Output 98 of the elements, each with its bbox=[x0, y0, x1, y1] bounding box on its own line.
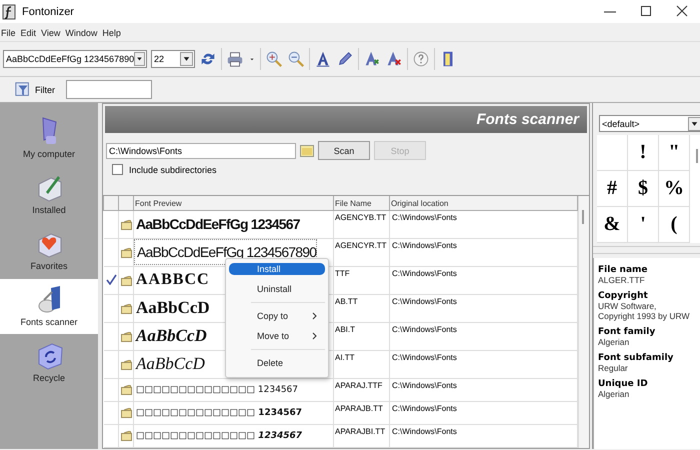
font-file-icon bbox=[121, 332, 132, 342]
file-location: C:\Windows\Fonts bbox=[391, 426, 457, 436]
menu-item[interactable]: Delete bbox=[229, 353, 325, 373]
property-value: URW Software, Copyright 1993 by URW bbox=[598, 301, 690, 321]
charset-dropdown[interactable]: <default> bbox=[599, 115, 700, 132]
menu-item[interactable]: Uninstall bbox=[229, 279, 325, 299]
file-name: ABI.T bbox=[334, 324, 356, 334]
property-name: Unique ID bbox=[598, 379, 649, 389]
font-preview: □□□□□□□□□□□□□□ 1234567 bbox=[135, 384, 298, 397]
file-location: C:\Windows\Fonts bbox=[391, 268, 457, 278]
column-header[interactable]: File Name bbox=[334, 196, 390, 210]
file-location: C:\Windows\Fonts bbox=[391, 380, 457, 390]
letter-a-icon[interactable] bbox=[314, 50, 332, 68]
file-location: C:\Windows\Fonts bbox=[391, 324, 457, 334]
column-header[interactable]: Font Preview bbox=[134, 196, 334, 210]
menu-item[interactable]: Edit bbox=[20, 28, 40, 38]
printer-icon[interactable] bbox=[226, 50, 244, 68]
character-cell: ( bbox=[659, 207, 690, 243]
menu-item[interactable]: Window bbox=[64, 28, 102, 38]
file-location: C:\Windows\Fonts bbox=[391, 212, 457, 222]
sidebar-item[interactable]: Installed bbox=[0, 167, 98, 222]
font-preview: AaBbCcD bbox=[135, 297, 210, 319]
file-name: AB.TT bbox=[334, 296, 358, 306]
font-file-icon bbox=[121, 408, 132, 418]
font-preview: AABBCC bbox=[135, 270, 210, 290]
font-file-icon bbox=[121, 248, 132, 258]
property-value: Regular bbox=[598, 363, 629, 373]
property-name: File name bbox=[598, 265, 649, 275]
scrollbar[interactable] bbox=[578, 196, 589, 448]
help-icon[interactable] bbox=[412, 50, 430, 68]
zoom-in-icon[interactable] bbox=[265, 50, 283, 68]
character-cell: & bbox=[597, 207, 628, 243]
file-name: AGENCYB.TT bbox=[334, 212, 386, 222]
menu-item[interactable]: Help bbox=[101, 28, 125, 38]
sidebar-item[interactable]: My computer bbox=[0, 111, 98, 166]
sidebar-item[interactable]: Favorites bbox=[0, 223, 98, 278]
filter-button[interactable]: Filter bbox=[14, 80, 55, 98]
panel-title: Fonts scanner bbox=[476, 111, 579, 128]
chevron-right-icon bbox=[311, 332, 317, 340]
folder-icon[interactable] bbox=[300, 144, 314, 156]
font-size-dropdown[interactable]: 22 bbox=[151, 50, 195, 68]
checkbox-label: Include subdirectories bbox=[129, 164, 217, 174]
font-file-icon bbox=[121, 385, 132, 395]
menu-item[interactable]: Install bbox=[229, 263, 325, 275]
window-title: Fontonizer bbox=[22, 6, 75, 18]
file-name: AGENCYR.TT bbox=[334, 240, 387, 250]
file-name: AI.TT bbox=[334, 352, 355, 362]
character-cell: # bbox=[597, 171, 628, 207]
file-name: APARAJB.TT bbox=[334, 403, 383, 413]
property-name: Font subfamily bbox=[598, 353, 674, 363]
filter-field[interactable] bbox=[66, 80, 152, 99]
property-value: Algerian bbox=[598, 337, 630, 347]
font-preview: AaBbCcD bbox=[134, 325, 207, 347]
font-preview: □□□□□□□□□□□□□□ 1234567 bbox=[135, 407, 302, 420]
file-name: APARAJ.TTF bbox=[334, 380, 382, 390]
property-name: Copyright bbox=[598, 291, 649, 301]
path-field[interactable]: C:\Windows\Fonts bbox=[106, 142, 296, 158]
empty-character-cell bbox=[597, 135, 628, 171]
menu-item[interactable]: Move to bbox=[229, 326, 325, 346]
file-location: C:\Windows\Fonts bbox=[391, 403, 457, 413]
file-location: C:\Windows\Fonts bbox=[391, 240, 457, 250]
menu-item[interactable]: Copy to bbox=[229, 306, 325, 326]
font-file-icon bbox=[121, 360, 132, 370]
character-cell: % bbox=[659, 171, 690, 207]
app-logo-icon bbox=[2, 4, 16, 20]
scan-button[interactable]: Scan bbox=[318, 141, 370, 160]
pencil-icon[interactable] bbox=[336, 50, 354, 68]
property-name: Font family bbox=[598, 327, 656, 337]
letter-a-add-icon[interactable] bbox=[363, 50, 381, 68]
preview-text-dropdown[interactable]: AaBbCcDdEeFfGg 1234567890 bbox=[3, 50, 147, 68]
font-preview: □□□□□□□□□□□□□□ 1234567 bbox=[135, 430, 302, 443]
font-preview: AaBbCcD bbox=[134, 353, 205, 375]
sidebar-item[interactable]: Recycle bbox=[0, 335, 98, 390]
file-name: TTF bbox=[334, 268, 350, 278]
column-header[interactable]: Original location bbox=[390, 196, 578, 210]
file-location: C:\Windows\Fonts bbox=[391, 296, 457, 306]
menu-item[interactable]: File bbox=[0, 28, 20, 38]
sidebar-item[interactable]: Fonts scanner bbox=[0, 279, 98, 334]
file-name: APARAJBI.TT bbox=[334, 426, 386, 436]
menu-item[interactable]: View bbox=[40, 28, 64, 38]
font-file-icon bbox=[121, 276, 132, 286]
checkbox[interactable] bbox=[112, 164, 123, 175]
font-file-icon bbox=[121, 304, 132, 314]
checkmark-icon[interactable] bbox=[106, 274, 116, 285]
font-file-icon bbox=[121, 220, 132, 230]
font-file-icon bbox=[121, 431, 132, 441]
character-cell: $ bbox=[628, 171, 659, 207]
property-value: ALGER.TTF bbox=[598, 275, 646, 285]
funnel-icon bbox=[14, 80, 32, 98]
font-preview: AaBbCcDdEeFfGg 1234567 bbox=[135, 215, 300, 234]
character-cell: " bbox=[659, 135, 690, 171]
character-cell: ! bbox=[628, 135, 659, 171]
character-cell: ' bbox=[628, 207, 659, 243]
letter-a-remove-icon[interactable] bbox=[385, 50, 403, 68]
file-location: C:\Windows\Fonts bbox=[391, 352, 457, 362]
chevron-right-icon bbox=[311, 312, 317, 320]
property-value: Algerian bbox=[598, 389, 630, 399]
zoom-out-icon[interactable] bbox=[287, 50, 305, 68]
